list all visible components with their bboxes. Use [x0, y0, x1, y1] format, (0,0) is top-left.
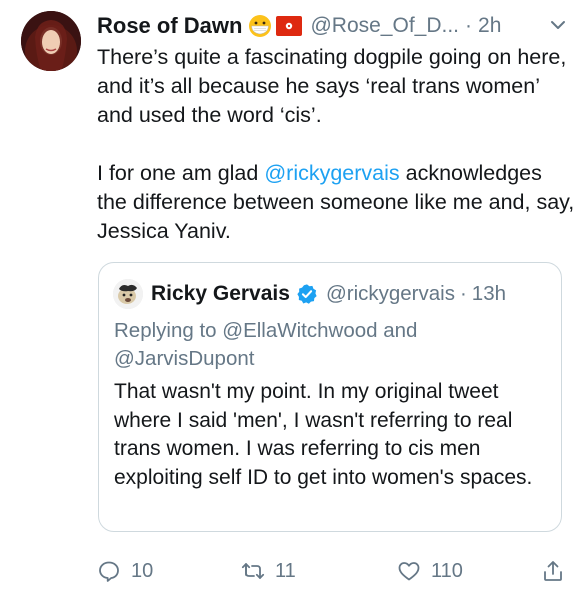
- author-avatar[interactable]: [21, 11, 81, 71]
- tweet-time[interactable]: 2h: [478, 14, 501, 38]
- author-handle[interactable]: @Rose_Of_D...: [310, 14, 459, 38]
- mask-emoji-icon: [249, 15, 272, 37]
- retweet-button[interactable]: 11: [241, 553, 296, 589]
- retweet-count: 11: [275, 559, 296, 582]
- replying-to: Replying to @EllaWitchwood and @JarvisDu…: [114, 317, 544, 373]
- tweet-body: There’s quite a fascinating dogpile goin…: [97, 43, 577, 246]
- share-button[interactable]: [541, 553, 565, 589]
- quoted-tweet[interactable]: Ricky Gervais @rickygervais · 13h Replyi…: [98, 262, 562, 532]
- quoted-header-separator: ·: [459, 282, 467, 305]
- mention-link[interactable]: @rickygervais: [264, 161, 399, 185]
- replying-user-1[interactable]: @EllaWitchwood: [222, 319, 377, 342]
- tweet-header: Rose of Dawn @Rose_Of_D... · 2h: [97, 10, 577, 42]
- reply-count: 10: [131, 559, 154, 582]
- verified-icon: [297, 284, 317, 304]
- retweet-icon: [241, 563, 265, 579]
- quoted-author-avatar[interactable]: [113, 279, 143, 309]
- replying-user-2[interactable]: @JarvisDupont: [114, 347, 254, 370]
- quoted-tweet-text: That wasn't my point. In my original twe…: [114, 380, 533, 489]
- replying-and: and: [377, 319, 418, 342]
- hong-kong-flag-icon: [276, 16, 303, 36]
- reply-icon: [99, 561, 119, 582]
- replying-prefix: Replying to: [114, 319, 223, 342]
- paragraph2-prefix: I for one am glad: [97, 161, 265, 185]
- quoted-tweet-time[interactable]: 13h: [472, 282, 506, 306]
- tweet-paragraph-1: There’s quite a fascinating dogpile goin…: [97, 45, 567, 127]
- quoted-author-handle[interactable]: @rickygervais: [326, 282, 455, 306]
- share-icon: [544, 561, 562, 581]
- header-separator: ·: [465, 14, 473, 37]
- reply-button[interactable]: 10: [97, 553, 153, 589]
- tweet-card[interactable]: Rose of Dawn @Rose_Of_D... · 2h There’s …: [0, 0, 587, 600]
- quoted-header: Ricky Gervais @rickygervais · 13h: [113, 279, 551, 309]
- tweet-paragraph-2: I for one am glad @rickygervais acknowle…: [97, 159, 577, 246]
- caret-down-icon[interactable]: [547, 14, 569, 36]
- like-icon: [398, 562, 420, 581]
- like-count: 110: [431, 559, 463, 582]
- quoted-author-name[interactable]: Ricky Gervais: [151, 282, 290, 306]
- like-button[interactable]: 110: [397, 553, 463, 589]
- action-bar: 10 11 110: [97, 553, 577, 589]
- author-name[interactable]: Rose of Dawn: [97, 13, 242, 39]
